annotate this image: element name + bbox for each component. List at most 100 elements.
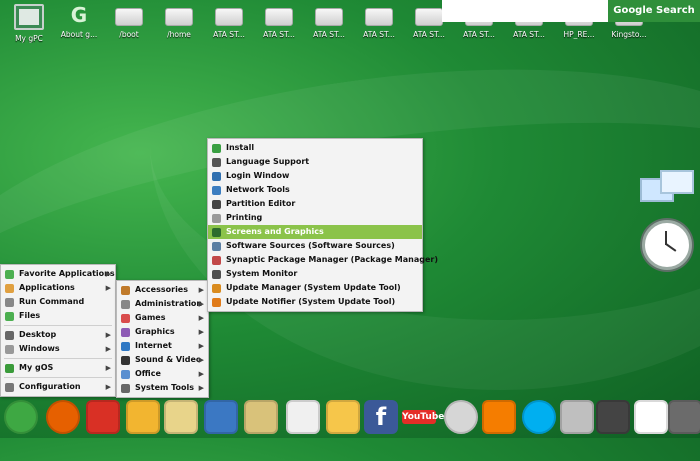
system_menu-item[interactable]: Synaptic Package Manager (Package Manage…: [208, 253, 438, 267]
youtube-icon[interactable]: YouTube: [402, 400, 444, 434]
main_menu-item[interactable]: My gOS ▶: [1, 361, 115, 375]
network-widget[interactable]: [640, 168, 695, 210]
gmail-icon[interactable]: [86, 400, 120, 434]
skype-icon[interactable]: [522, 400, 556, 434]
main_menu-item[interactable]: Run Command: [1, 295, 115, 309]
system_menu-item[interactable]: Printing: [208, 211, 422, 225]
apps_submenu-item[interactable]: Sound & Video ▶: [117, 353, 208, 367]
chevron-right-icon: ▶: [198, 342, 204, 350]
wikipedia-icon[interactable]: [444, 400, 478, 434]
login-icon: [212, 172, 221, 181]
drive-icon: [115, 8, 143, 26]
notifier-icon: [212, 298, 221, 307]
chevron-right-icon: ▶: [198, 314, 204, 322]
chevron-right-icon: ▶: [105, 364, 111, 372]
apps_submenu-item[interactable]: Office ▶: [117, 367, 208, 381]
main_menu-item[interactable]: Windows ▶: [1, 342, 115, 356]
desktop-icon-0[interactable]: My gPC: [2, 4, 56, 43]
desktop-icon-3[interactable]: /home: [152, 4, 206, 39]
system_menu-item[interactable]: Install: [208, 141, 422, 155]
apps_submenu-item[interactable]: Internet ▶: [117, 339, 208, 353]
main_menu-item[interactable]: Desktop ▶: [1, 328, 115, 342]
apps_submenu-item[interactable]: System Tools ▶: [117, 381, 208, 395]
apps_submenu-item[interactable]: Administration ▶: [117, 297, 208, 311]
home-icon[interactable]: [634, 400, 668, 434]
files-icon: [5, 312, 14, 321]
desktop-icon-7[interactable]: ATA ST...: [352, 4, 406, 39]
dock: f YouTube: [0, 396, 700, 438]
main_menu-item[interactable]: Favorite Applications ▶: [1, 267, 115, 281]
drive-icon[interactable]: [560, 400, 594, 434]
chevron-right-icon: ▶: [105, 270, 111, 278]
applications-submenu: Accessories ▶ Administration ▶ Games ▶ Graphic…: [116, 280, 209, 398]
main_menu-item[interactable]: Files: [1, 309, 115, 323]
search-input[interactable]: [442, 0, 608, 22]
blogger-icon[interactable]: [482, 400, 516, 434]
chevron-right-icon: ▶: [198, 384, 204, 392]
calendar-icon[interactable]: [204, 400, 238, 434]
facebook-icon[interactable]: f: [364, 400, 398, 434]
clock-widget[interactable]: [642, 220, 692, 270]
notes-icon[interactable]: [164, 400, 198, 434]
desktop-icon-label: About g...: [60, 30, 98, 39]
desktop-icon-label: HP_RE...: [563, 30, 595, 39]
desktop-icon: [5, 331, 14, 340]
chevron-right-icon: ▶: [198, 286, 204, 294]
google-search-button[interactable]: Google Search: [608, 0, 700, 22]
apps_submenu-item[interactable]: Accessories ▶: [117, 283, 208, 297]
main_menu-item-label: Desktop: [19, 330, 57, 339]
chevron-right-icon: ▶: [198, 328, 204, 336]
shopping-bag-icon[interactable]: [326, 400, 360, 434]
chevron-right-icon: ▶: [105, 284, 111, 292]
main_menu-item[interactable]: Applications ▶: [1, 281, 115, 295]
desktop-icon-label: /home: [167, 30, 191, 39]
desktop-icon-4[interactable]: ATA ST...: [202, 4, 256, 39]
desktop-icon-5[interactable]: ATA ST...: [252, 4, 306, 39]
firefox-icon[interactable]: [46, 400, 80, 434]
main-menu: Favorite Applications ▶ Applications ▶ Run C…: [0, 264, 116, 397]
desktop-icon-label: ATA ST...: [413, 30, 445, 39]
map-icon[interactable]: [244, 400, 278, 434]
desktop-icon-label: ATA ST...: [263, 30, 295, 39]
accessories-icon: [121, 286, 130, 295]
monitor-icon: [212, 270, 221, 279]
apps_submenu-item[interactable]: Games ▶: [117, 311, 208, 325]
apps_submenu-item[interactable]: Graphics ▶: [117, 325, 208, 339]
drive-icon: [315, 8, 343, 26]
document-edit-icon[interactable]: [286, 400, 320, 434]
desktop-icon-1[interactable]: G About g...: [52, 4, 106, 39]
system_menu-item[interactable]: Network Tools: [208, 183, 422, 197]
desktop-icon-2[interactable]: /boot: [102, 4, 156, 39]
system_menu-item[interactable]: Screens and Graphics: [208, 225, 422, 239]
menu-separator: [4, 358, 112, 359]
install-icon: [212, 144, 221, 153]
system_menu-item-label: Partition Editor: [226, 199, 296, 208]
desktop-icon-label: ATA ST...: [363, 30, 395, 39]
system_menu-item[interactable]: Partition Editor: [208, 197, 422, 211]
terminal-icon[interactable]: [596, 400, 630, 434]
system_menu-item[interactable]: Login Window: [208, 169, 422, 183]
desktop-icon-label: ATA ST...: [313, 30, 345, 39]
software-sources-icon: [212, 242, 221, 251]
config-icon: [5, 383, 14, 392]
desktop-icon-label: ATA ST...: [213, 30, 245, 39]
apps_submenu-item-label: Accessories: [135, 285, 188, 294]
heart-icon: [5, 270, 14, 279]
owl-icon[interactable]: [668, 400, 700, 434]
desktop-icon-6[interactable]: ATA ST...: [302, 4, 356, 39]
apps_submenu-item-label: Administration: [135, 299, 203, 308]
apps_submenu-item-label: Graphics: [135, 327, 175, 336]
apps-icon: [5, 284, 14, 293]
chevron-right-icon: ▶: [105, 331, 111, 339]
monitor-icon: [14, 4, 44, 30]
internet-icon: [121, 342, 130, 351]
system_menu-item[interactable]: Update Notifier (System Update Tool): [208, 295, 422, 309]
system_menu-item[interactable]: Software Sources (Software Sources): [208, 239, 422, 253]
system_menu-item[interactable]: Language Support: [208, 155, 422, 169]
apps_submenu-item-label: Office: [135, 369, 161, 378]
system_menu-item[interactable]: Update Manager (System Update Tool): [208, 281, 422, 295]
system_menu-item[interactable]: System Monitor: [208, 267, 422, 281]
gos-leaf-icon[interactable]: [4, 400, 38, 434]
pin-icon[interactable]: [126, 400, 160, 434]
main_menu-item[interactable]: Configuration ▶: [1, 380, 115, 394]
